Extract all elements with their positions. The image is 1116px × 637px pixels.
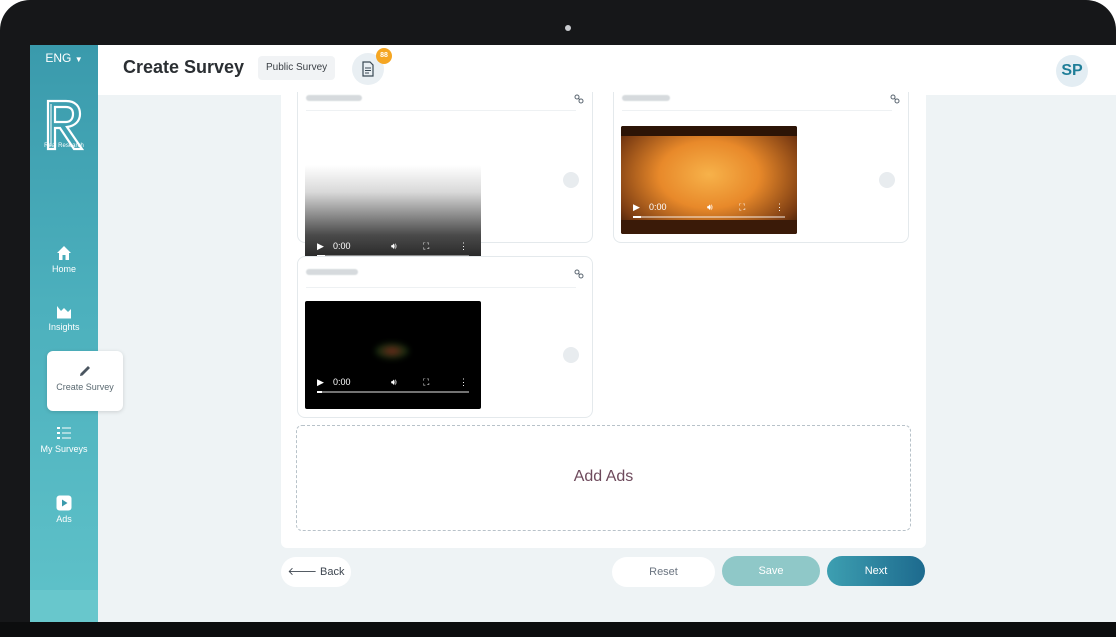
more-options-icon[interactable]: ⋮ [459,241,468,252]
ad-video-player[interactable]: ▶ 0:00 🔊︎ ⛶ ⋮ [621,126,797,234]
sidebar-item-create-survey[interactable]: Create Survey [47,351,123,411]
ad-title-placeholder [306,269,358,275]
sidebar-item-label: Home [51,264,76,274]
play-button[interactable]: ▶ [317,377,324,388]
link-icon[interactable] [890,94,900,104]
more-options-icon[interactable]: ⋮ [775,202,784,213]
pencil-icon [80,366,90,376]
volume-icon[interactable]: 🔊︎ [391,241,397,252]
more-options-icon[interactable]: ⋮ [459,377,468,388]
arrow-left-icon: 🡐 [287,566,317,578]
sidebar-item-home[interactable]: Home [30,245,98,274]
page-title: Create Survey [123,57,245,77]
logo-caption: Real Research [44,143,84,149]
video-time: 0:00 [333,241,351,251]
ad-card: ▶ 0:00 🔊︎ ⛶ ⋮ [613,92,909,243]
survey-type-chip[interactable]: Public Survey [258,56,336,80]
ad-select-radio[interactable] [563,172,579,188]
video-controls: ▶ 0:00 🔊︎ ⛶ ⋮ [621,200,797,216]
add-ads-label: Add Ads [573,468,634,485]
document-icon [362,61,374,77]
list-icon [57,427,71,439]
user-avatar[interactable]: SP [1056,55,1088,87]
language-selector[interactable]: ENG ▼ [30,51,98,65]
sidebar-item-insights[interactable]: Insights [30,303,98,332]
fullscreen-icon[interactable]: ⛶ [423,241,429,252]
play-icon [56,495,72,511]
ad-card: ▶ 0:00 🔊︎ ⛶ ⋮ [297,92,593,273]
play-button[interactable]: ▶ [317,241,324,252]
save-button[interactable]: Save [722,556,820,586]
ad-card: ▶ 0:00 🔊︎ ⛶ ⋮ [297,256,593,418]
link-icon[interactable] [574,94,584,104]
ad-select-radio[interactable] [563,347,579,363]
play-button[interactable]: ▶ [633,202,640,213]
ad-card-header [306,92,576,111]
ad-video-player[interactable]: ▶ 0:00 🔊︎ ⛶ ⋮ [305,301,481,409]
sidebar-item-label: Ads [56,514,72,524]
home-icon [57,246,71,260]
top-header: Create Survey Public Survey 88 SP [98,45,1116,95]
fullscreen-icon[interactable]: ⛶ [739,202,745,213]
ad-title-placeholder [306,95,362,101]
add-ads-button[interactable]: Add Ads [296,425,911,531]
sidebar-footer [30,590,98,622]
reset-button[interactable]: Reset [612,557,715,587]
next-button[interactable]: Next [827,556,925,586]
camera-dot [565,25,571,31]
language-label: ENG [45,51,72,65]
link-icon[interactable] [574,269,584,279]
ad-title-placeholder [622,95,670,101]
video-frame-glow [375,343,409,359]
sidebar: ENG ▼ Real Research Home Insights My Sur… [30,45,98,622]
video-frame-ceiling [621,126,797,136]
video-time: 0:00 [649,202,667,212]
app-screen: ENG ▼ Real Research Home Insights My Sur… [30,45,1116,622]
video-progress-track[interactable] [317,391,469,393]
ad-select-radio[interactable] [879,172,895,188]
sidebar-item-ads[interactable]: Ads [30,495,98,524]
video-controls: ▶ 0:00 🔊︎ ⛶ ⋮ [305,375,481,391]
video-controls: ▶ 0:00 🔊︎ ⛶ ⋮ [305,239,481,255]
fullscreen-icon[interactable]: ⛶ [423,377,429,388]
sidebar-item-label: My Surveys [40,444,88,454]
back-label: Back [320,566,345,578]
notification-badge: 88 [376,48,392,64]
video-progress-fill [317,391,322,393]
video-progress-track[interactable] [633,216,785,218]
chart-icon [57,306,71,319]
video-frame-floor [621,220,797,234]
back-button[interactable]: 🡐 Back [281,557,351,587]
ad-card-header [622,92,892,111]
video-progress-fill [633,216,641,218]
video-time: 0:00 [333,377,351,387]
volume-icon[interactable]: 🔊︎ [707,202,713,213]
sidebar-item-my-surveys[interactable]: My Surveys [30,425,98,454]
volume-icon[interactable]: 🔊︎ [391,377,397,388]
sidebar-item-label: Insights [48,322,80,332]
caret-down-icon: ▼ [74,55,83,64]
device-bottom-edge [0,622,1116,637]
ad-card-header [306,257,576,288]
sidebar-item-label: Create Survey [56,382,114,392]
